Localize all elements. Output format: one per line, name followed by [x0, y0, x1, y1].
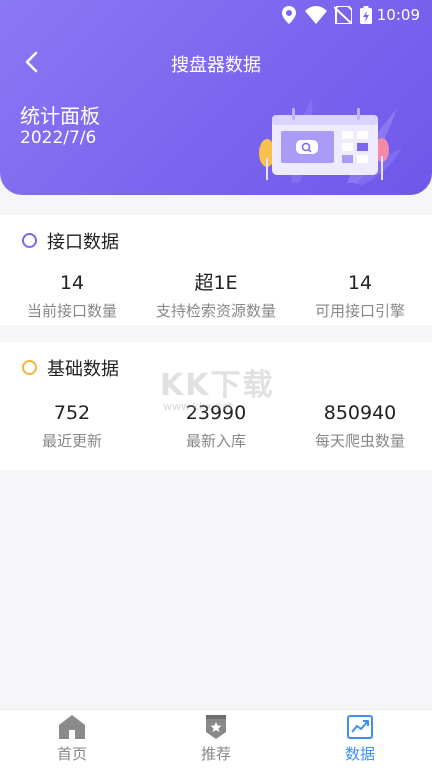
stat-label: 可用接口引擎	[314, 302, 405, 320]
stats-row: 14 当前接口数量 超1E 支持检索资源数量 14 可用接口引擎	[0, 270, 432, 330]
ring-dot-icon	[22, 360, 37, 375]
stat-label: 当前接口数量	[26, 302, 117, 320]
chart-icon	[347, 715, 373, 739]
basic-data-card: 基础数据 752 最近更新 23990 最新入库 850940 每天爬虫数量	[0, 342, 432, 470]
panel-date: 2022/7/6	[20, 128, 97, 148]
stat-label: 每天爬虫数量	[314, 432, 405, 450]
calendar-illustration	[259, 98, 402, 185]
stat-value: 14	[59, 272, 85, 294]
panel-title: 统计面板	[20, 104, 100, 128]
status-time: 10:09	[376, 6, 420, 24]
stat-value: 850940	[323, 402, 397, 424]
wifi-icon	[305, 6, 327, 24]
tab-recommend[interactable]: 推荐	[144, 710, 288, 768]
location-icon	[282, 6, 296, 24]
stat-value: 14	[347, 272, 373, 294]
bottom-tab-bar: 首页 推荐 数据	[0, 709, 432, 768]
section-title: 接口数据	[47, 232, 119, 253]
stat-recent-update: 752 最近更新	[0, 400, 144, 451]
stat-latest-indexed: 23990 最新入库	[144, 400, 288, 451]
stats-row: 752 最近更新 23990 最新入库 850940 每天爬虫数量	[0, 400, 432, 460]
stat-engine-count: 14 可用接口引擎	[288, 270, 432, 321]
tab-label: 推荐	[200, 745, 231, 763]
stat-resource-count: 超1E 支持检索资源数量	[144, 270, 288, 321]
tab-data[interactable]: 数据	[288, 710, 432, 768]
badge-star-icon	[206, 715, 226, 739]
api-data-card: 接口数据 14 当前接口数量 超1E 支持检索资源数量 14 可用接口引擎	[0, 215, 432, 325]
stat-label: 最近更新	[41, 432, 102, 450]
tab-label: 数据	[344, 745, 375, 763]
stat-label: 支持检索资源数量	[155, 302, 276, 320]
section-title: 基础数据	[47, 359, 119, 380]
status-bar: 10:09	[0, 0, 432, 30]
header-panel: 10:09 搜盘器数据 统计面板 2022/7/6	[0, 0, 432, 195]
stat-api-count: 14 当前接口数量	[0, 270, 144, 321]
stat-value: 23990	[185, 402, 247, 424]
stat-value: 超1E	[194, 272, 238, 294]
page-title: 搜盘器数据	[171, 55, 261, 76]
ring-dot-icon	[22, 233, 37, 248]
no-sim-icon	[334, 6, 352, 24]
stat-label: 最新入库	[185, 432, 246, 450]
tab-label: 首页	[56, 745, 87, 763]
navbar: 搜盘器数据	[0, 40, 432, 84]
stat-value: 752	[53, 402, 91, 424]
stat-daily-crawl: 850940 每天爬虫数量	[288, 400, 432, 451]
tab-home[interactable]: 首页	[0, 710, 144, 768]
home-icon	[59, 715, 85, 739]
battery-charging-icon	[360, 6, 372, 24]
